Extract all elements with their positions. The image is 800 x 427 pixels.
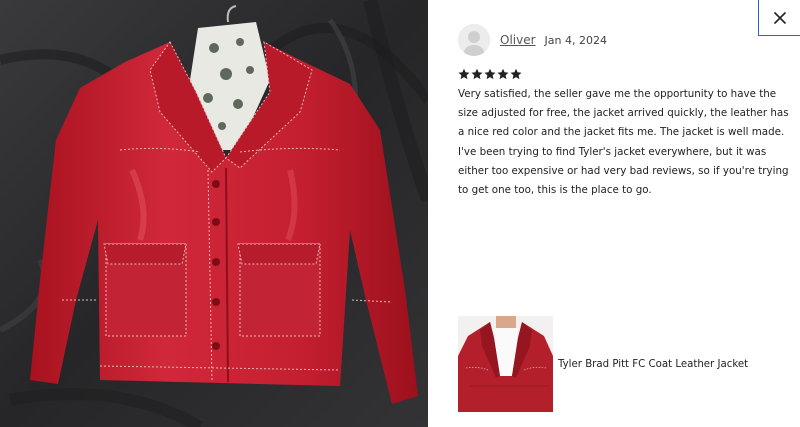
star-icon — [484, 68, 496, 80]
user-silhouette-icon — [458, 24, 490, 56]
product-link[interactable]: Tyler Brad Pitt FC Coat Leather Jacket — [458, 316, 748, 412]
review-photo — [0, 0, 428, 427]
reviewer-name-link[interactable]: Oliver — [500, 33, 536, 47]
review-date: Jan 4, 2024 — [544, 33, 607, 47]
jacket-photo-illustration — [0, 0, 428, 427]
star-icon — [497, 68, 509, 80]
star-icon — [510, 68, 522, 80]
star-icon — [458, 68, 470, 80]
reviewer-info: Oliver Jan 4, 2024 — [458, 24, 607, 56]
product-title[interactable]: Tyler Brad Pitt FC Coat Leather Jacket — [558, 359, 748, 370]
avatar — [458, 24, 490, 56]
product-jacket-image — [458, 316, 553, 412]
close-icon — [773, 11, 786, 24]
close-button[interactable] — [758, 0, 800, 36]
review-text: Very satisfied, the seller gave me the o… — [458, 88, 789, 197]
review-panel: Oliver Jan 4, 2024 Very satisfied, the s… — [428, 0, 800, 427]
star-rating — [458, 68, 522, 80]
product-thumbnail — [458, 316, 553, 412]
star-icon — [471, 68, 483, 80]
